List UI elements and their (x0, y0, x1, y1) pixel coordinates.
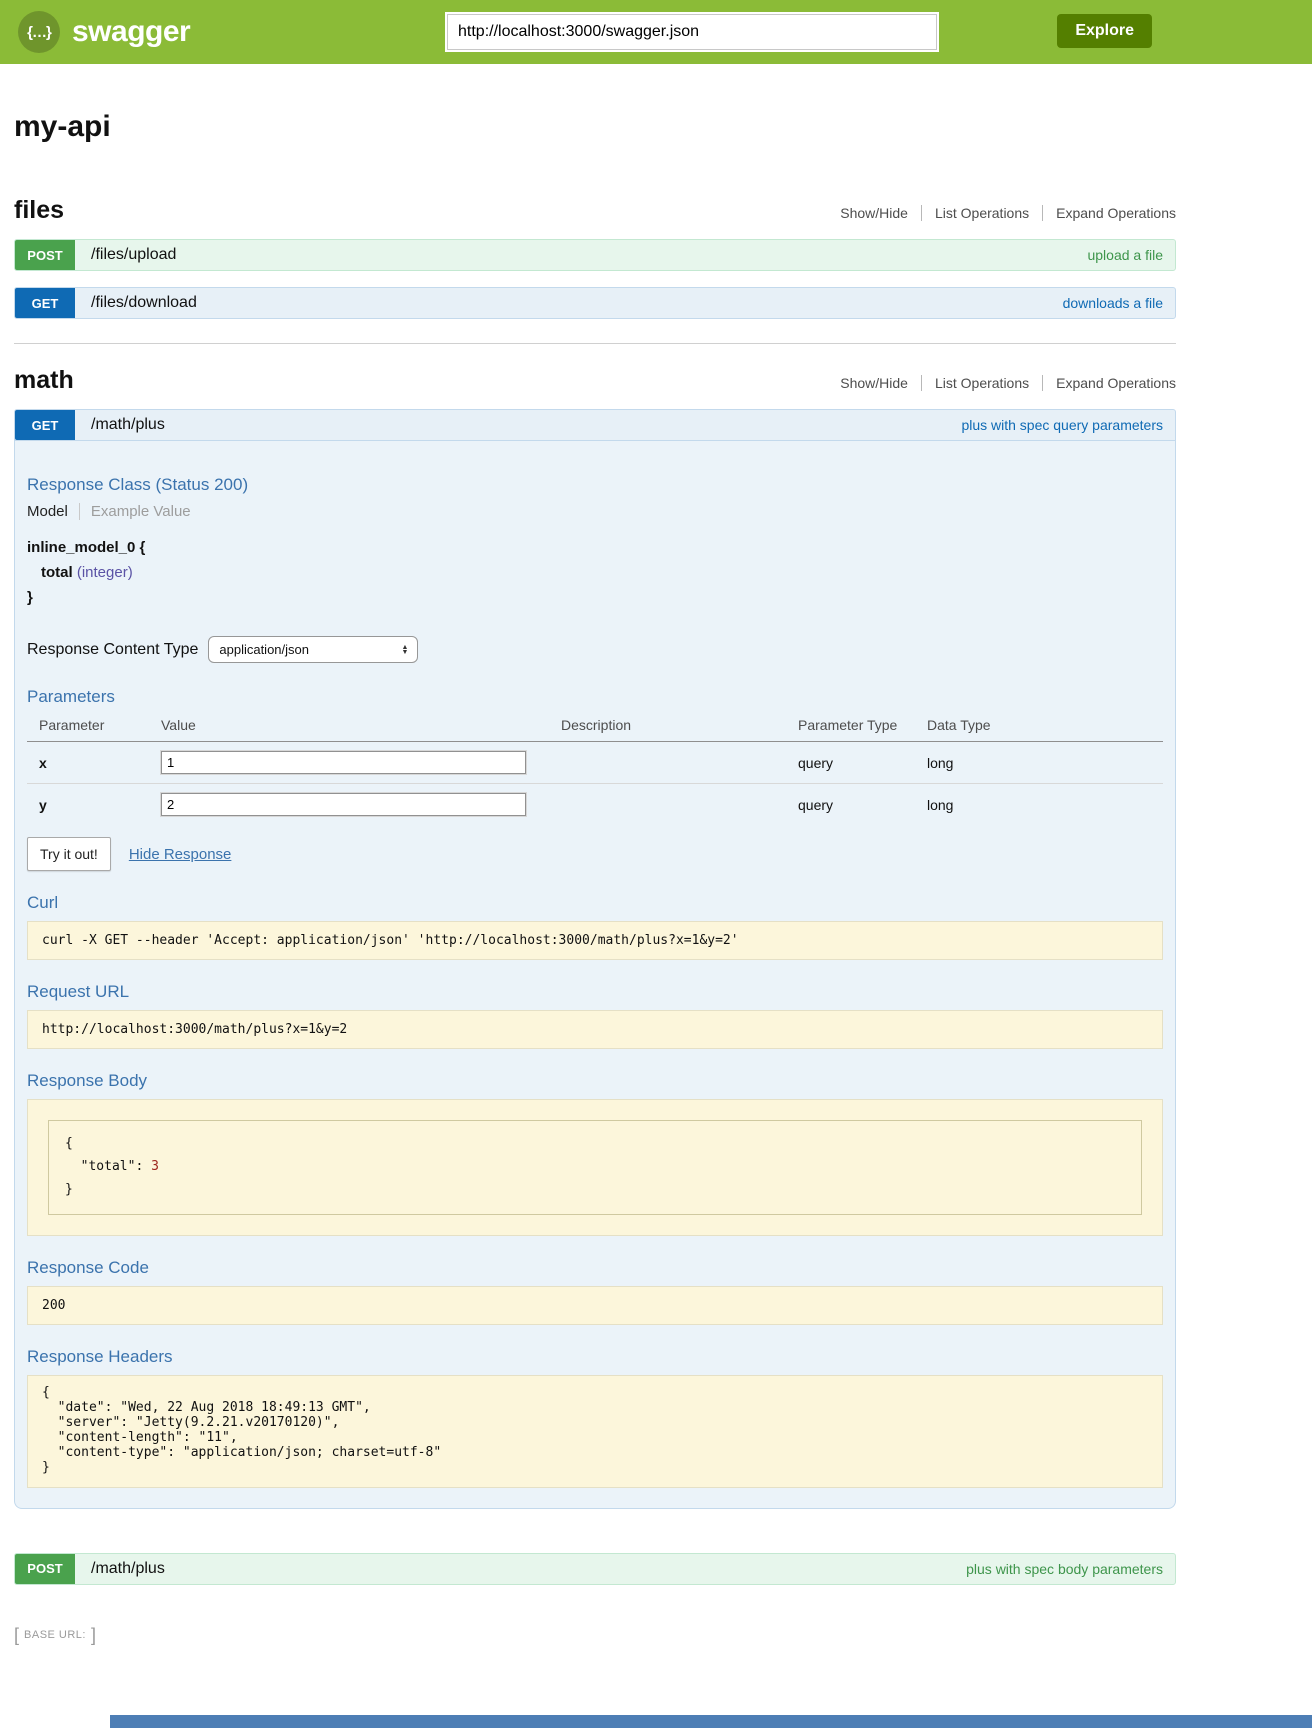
api-title: my-api (14, 110, 1176, 144)
main-content: my-api files Show/Hide List Operations E… (14, 110, 1176, 1646)
operation-detail-panel: Response Class (Status 200) Model Exampl… (14, 441, 1176, 1509)
column-header-data-type: Data Type (927, 711, 1163, 742)
response-code-value: 200 (27, 1286, 1163, 1325)
model-tabs: Model Example Value (27, 503, 1163, 520)
model-signature: inline_model_0 { total (integer) } (27, 536, 1163, 610)
parameter-row-y: y query long (27, 784, 1163, 826)
parameter-name: y (27, 784, 161, 826)
operation-path: /files/download (91, 294, 197, 312)
model-closing-brace: } (27, 586, 1163, 611)
operation-path: /math/plus (91, 416, 165, 434)
base-url-footer: [ BASE URL: ] (14, 1625, 1176, 1646)
section-divider (14, 343, 1176, 344)
operation-summary-link[interactable]: plus with spec body parameters (966, 1561, 1163, 1577)
response-body-heading: Response Body (27, 1071, 1163, 1091)
post-method-badge: POST (15, 1554, 75, 1584)
list-operations-link[interactable]: List Operations (921, 205, 1042, 221)
section-files: files Show/Hide List Operations Expand O… (14, 196, 1176, 319)
column-header-parameter: Parameter (27, 711, 161, 742)
spec-url-input[interactable] (447, 14, 937, 50)
section-math: math Show/Hide List Operations Expand Op… (14, 366, 1176, 1585)
model-declaration: inline_model_0 { (27, 536, 1163, 561)
swagger-logo-icon: {…} (18, 11, 60, 53)
response-content-type-select[interactable]: application/json ▲▼ (208, 636, 418, 663)
tab-example-value[interactable]: Example Value (80, 503, 191, 520)
show-hide-link[interactable]: Show/Hide (827, 375, 921, 391)
math-section-controls: Show/Hide List Operations Expand Operati… (827, 375, 1176, 391)
files-section-controls: Show/Hide List Operations Expand Operati… (827, 205, 1176, 221)
response-body-json: { "total": 3 } (48, 1120, 1142, 1214)
try-it-out-button[interactable]: Try it out! (27, 837, 111, 871)
math-section-title: math (14, 366, 74, 395)
post-method-badge: POST (15, 240, 75, 270)
footer-open-bracket: [ (14, 1625, 19, 1646)
parameter-description (561, 742, 798, 784)
operation-path: /files/upload (91, 246, 176, 264)
column-header-value: Value (161, 711, 561, 742)
parameter-y-input[interactable] (161, 793, 526, 816)
operation-row-math-plus-post[interactable]: POST /math/plus plus with spec body para… (14, 1553, 1176, 1585)
model-property-type: (integer) (77, 564, 133, 581)
response-class-heading: Response Class (Status 200) (27, 475, 1163, 495)
parameter-name: x (27, 742, 161, 784)
footer-close-bracket: ] (91, 1625, 96, 1646)
json-key: "total": (65, 1159, 151, 1174)
operation-row-math-plus-get[interactable]: GET /math/plus plus with spec query para… (14, 409, 1176, 441)
model-property-name: total (41, 564, 73, 581)
get-method-badge: GET (15, 410, 75, 440)
select-arrows-icon: ▲▼ (401, 645, 408, 655)
operation-path: /math/plus (91, 1560, 165, 1578)
hide-response-link[interactable]: Hide Response (129, 846, 232, 863)
curl-heading: Curl (27, 893, 1163, 913)
json-value: 3 (151, 1159, 159, 1174)
get-method-badge: GET (15, 288, 75, 318)
operation-math-plus-get: GET /math/plus plus with spec query para… (14, 409, 1176, 1509)
base-url-label: BASE URL: (24, 1629, 86, 1641)
swagger-logo: {…} swagger (18, 11, 190, 53)
expand-operations-link[interactable]: Expand Operations (1042, 375, 1176, 391)
request-url-value: http://localhost:3000/math/plus?x=1&y=2 (27, 1010, 1163, 1049)
response-headers-heading: Response Headers (27, 1347, 1163, 1367)
parameter-row-x: x query long (27, 742, 1163, 784)
response-body-box: { "total": 3 } (27, 1099, 1163, 1235)
response-content-type-value: application/json (219, 642, 309, 657)
response-code-heading: Response Code (27, 1258, 1163, 1278)
column-header-description: Description (561, 711, 798, 742)
explore-button[interactable]: Explore (1057, 14, 1152, 48)
swagger-header: {…} swagger Explore (0, 0, 1312, 64)
parameter-data-type: long (927, 784, 1163, 826)
operation-row-files-download[interactable]: GET /files/download downloads a file (14, 287, 1176, 319)
json-open-brace: { (65, 1136, 73, 1151)
curl-command: curl -X GET --header 'Accept: applicatio… (27, 921, 1163, 960)
operation-summary-link[interactable]: plus with spec query parameters (961, 417, 1163, 433)
response-headers-json: { "date": "Wed, 22 Aug 2018 18:49:13 GMT… (27, 1375, 1163, 1488)
parameter-type: query (798, 742, 927, 784)
show-hide-link[interactable]: Show/Hide (827, 205, 921, 221)
json-close-brace: } (65, 1182, 73, 1197)
expand-operations-link[interactable]: Expand Operations (1042, 205, 1176, 221)
operation-row-files-upload[interactable]: POST /files/upload upload a file (14, 239, 1176, 271)
tab-model[interactable]: Model (27, 503, 80, 520)
request-url-heading: Request URL (27, 982, 1163, 1002)
operation-summary-link[interactable]: upload a file (1087, 247, 1163, 263)
list-operations-link[interactable]: List Operations (921, 375, 1042, 391)
response-content-type-label: Response Content Type (27, 641, 198, 659)
parameter-data-type: long (927, 742, 1163, 784)
operation-summary-link[interactable]: downloads a file (1063, 295, 1163, 311)
files-section-title: files (14, 196, 64, 225)
bottom-partial-bar (110, 1715, 1312, 1728)
parameters-heading: Parameters (27, 687, 1163, 707)
parameter-description (561, 784, 798, 826)
column-header-parameter-type: Parameter Type (798, 711, 927, 742)
brand-title: swagger (72, 15, 190, 49)
parameters-table: Parameter Value Description Parameter Ty… (27, 711, 1163, 825)
parameter-type: query (798, 784, 927, 826)
parameter-x-input[interactable] (161, 751, 526, 774)
